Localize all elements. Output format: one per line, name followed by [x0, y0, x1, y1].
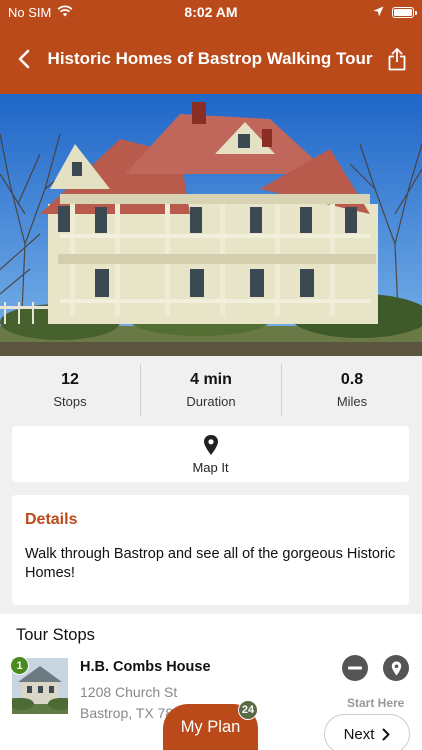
map-pin-icon [391, 661, 401, 675]
minus-icon [348, 666, 362, 670]
start-here-label: Start Here [347, 696, 405, 710]
tour-stops-header: Tour Stops [16, 626, 95, 644]
my-plan-label: My Plan [180, 717, 241, 736]
my-plan-count-badge: 24 [238, 700, 258, 720]
remove-stop-button[interactable] [342, 655, 368, 681]
stop-name[interactable]: H.B. Combs House [80, 659, 211, 675]
back-button[interactable] [0, 24, 48, 94]
tour-hero-image [0, 94, 422, 356]
carrier-label: No SIM [8, 4, 52, 20]
status-time: 8:02 AM [184, 4, 238, 20]
map-pin-icon [203, 434, 218, 455]
wifi-icon [57, 4, 73, 20]
stop-address-line1: 1208 Church St [80, 684, 178, 700]
stat-label: Stops [53, 394, 87, 409]
chevron-left-icon [18, 49, 30, 69]
stat-value: 12 [61, 371, 79, 388]
stop-location-button[interactable] [383, 655, 409, 681]
map-it-label: Map It [192, 459, 229, 475]
details-title: Details [25, 511, 78, 528]
chevron-right-icon [382, 728, 390, 740]
map-it-button[interactable]: Map It [12, 426, 409, 482]
stop-number-badge: 1 [10, 656, 29, 675]
stat-value: 4 min [190, 371, 232, 388]
stat-stops: 12 Stops [0, 364, 140, 416]
stat-value: 0.8 [340, 371, 364, 388]
next-button[interactable]: Next [324, 714, 410, 750]
status-bar: No SIM 8:02 AM [0, 0, 422, 24]
details-card: Details Walk through Bastrop and see all… [12, 495, 409, 605]
tour-stats: 12 Stops 4 min Duration 0.8 Miles [0, 356, 422, 424]
stat-label: Miles [336, 394, 368, 409]
location-arrow-icon [373, 5, 384, 20]
stat-label: Duration [186, 394, 236, 409]
details-text: Walk through Bastrop and see all of the … [25, 546, 396, 581]
stat-miles: 0.8 Miles [281, 364, 422, 416]
next-label: Next [343, 725, 375, 743]
share-button[interactable] [372, 24, 422, 94]
battery-icon [392, 6, 417, 18]
share-icon [388, 47, 406, 70]
stat-duration: 4 min Duration [140, 364, 281, 416]
page-title: Historic Homes of Bastrop Walking Tour [47, 49, 373, 68]
nav-bar: Historic Homes of Bastrop Walking Tour [0, 24, 422, 94]
